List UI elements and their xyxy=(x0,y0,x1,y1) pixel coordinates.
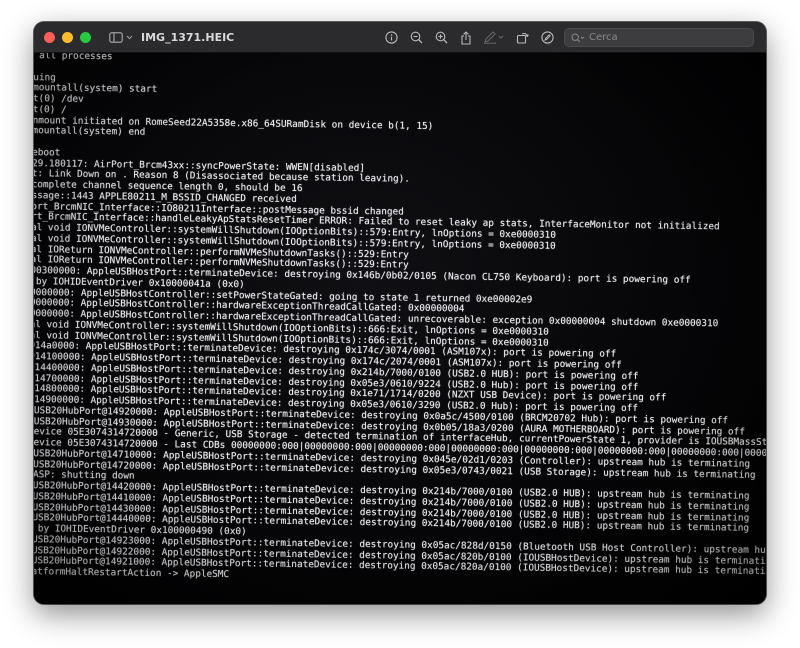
info-button[interactable] xyxy=(383,30,399,46)
markup-icon xyxy=(540,31,554,44)
image-canvas: g all processes nuing nmountall(system) st… xyxy=(34,53,766,604)
console-log: g all processes nuing nmountall(system) st… xyxy=(34,53,766,590)
zoom-in-icon xyxy=(435,31,447,44)
markup-button[interactable] xyxy=(539,30,555,46)
zoom-out-icon xyxy=(410,31,422,44)
chevron-down-icon xyxy=(126,35,133,39)
rotate-button[interactable] xyxy=(514,30,530,46)
preview-window: IMG_1371.HEIC Cerca g all processes nuin… xyxy=(34,22,766,604)
toolbar xyxy=(383,22,754,53)
search-input[interactable] xyxy=(589,32,739,43)
zoom-in-button[interactable] xyxy=(433,30,449,46)
markup-pen-icon xyxy=(484,31,504,44)
zoom-out-button[interactable] xyxy=(408,30,424,46)
share-icon xyxy=(461,30,471,45)
minimize-icon[interactable] xyxy=(62,31,73,43)
search-icon xyxy=(571,32,585,42)
close-icon[interactable] xyxy=(44,31,55,43)
share-button[interactable] xyxy=(458,30,474,46)
window-controls xyxy=(44,31,91,43)
sidebar-icon xyxy=(109,31,123,43)
rotate-icon xyxy=(516,33,529,44)
info-icon xyxy=(384,31,398,44)
title-bar[interactable]: IMG_1371.HEIC xyxy=(34,22,766,53)
window-title: IMG_1371.HEIC xyxy=(141,30,235,44)
markup-pen-button[interactable] xyxy=(483,30,505,46)
zoom-icon[interactable] xyxy=(80,31,91,43)
search-field[interactable] xyxy=(564,28,754,47)
sidebar-toggle-button[interactable] xyxy=(109,31,133,43)
